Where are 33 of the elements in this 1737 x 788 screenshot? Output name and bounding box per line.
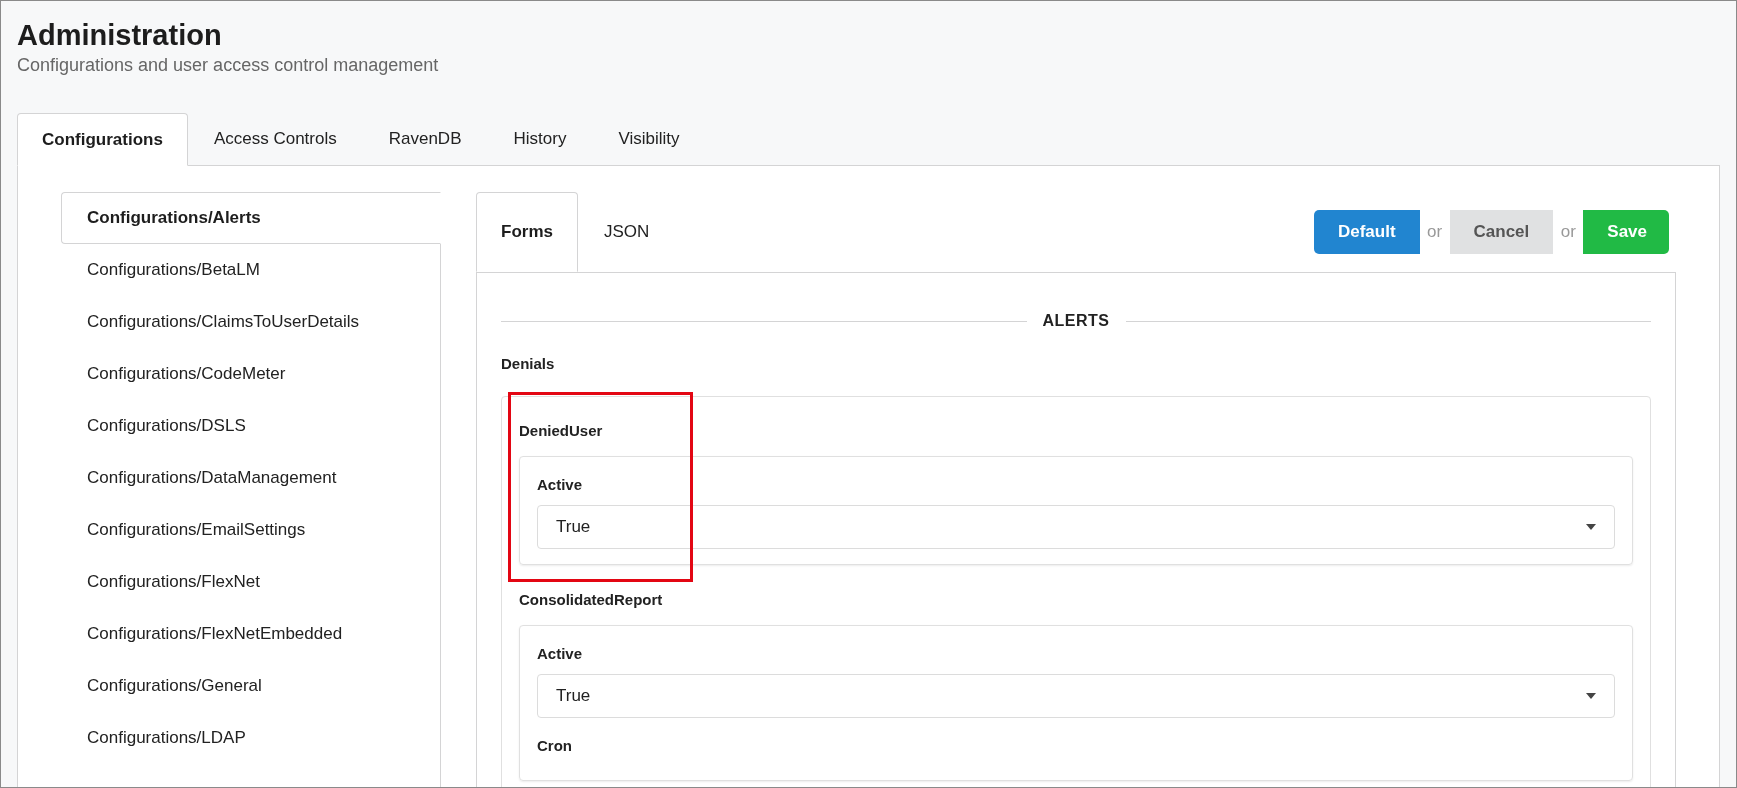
page-title: Administration [17, 18, 223, 53]
sidebar-item[interactable]: Configurations/FlexNet [61, 556, 440, 608]
field-label: Cron [537, 735, 573, 756]
sidebar-item[interactable]: Configurations/CodeMeter [61, 348, 440, 400]
section-heading: ALERTS [1042, 311, 1110, 331]
field-label: Active [537, 475, 584, 495]
caret-icon [1586, 692, 1596, 699]
page-subtitle: Configurations and user access control management [17, 54, 440, 77]
sidebar-item[interactable]: Configurations/DSLS [61, 400, 440, 452]
tab[interactable]: Visibility [592, 113, 706, 165]
select-field[interactable]: True [537, 673, 1615, 718]
tab[interactable]: Configurations [17, 113, 188, 166]
sidebar-item[interactable]: Configurations/General [61, 660, 440, 712]
editor-tab[interactable]: JSON [578, 192, 676, 272]
field-label: Active [537, 644, 584, 664]
group-title: DeniedUser [519, 420, 604, 441]
section-label: Denials [501, 354, 556, 374]
sidebar-item[interactable]: Configurations/FlexNetEmbedded [61, 608, 440, 660]
editor-tab[interactable]: Forms [476, 192, 578, 272]
tab[interactable]: Access Controls [187, 113, 363, 165]
sidebar-item[interactable]: Configurations/BetaLM [61, 244, 440, 296]
tab[interactable]: History [487, 113, 593, 165]
select-field[interactable]: True [537, 504, 1615, 549]
cancel-button[interactable]: Cancel [1449, 210, 1554, 254]
sidebar-item[interactable]: Configurations/EmailSettings [61, 504, 440, 556]
sidebar-item[interactable]: Configurations/Alerts [61, 192, 441, 244]
group-title: ConsolidatedReport [519, 589, 664, 610]
caret-icon [1586, 523, 1596, 530]
sidebar-item[interactable]: Configurations/DataManagement [61, 452, 440, 504]
default-button[interactable]: Default [1313, 210, 1420, 254]
sidebar-item[interactable]: Configurations/ClaimsToUserDetails [61, 296, 440, 348]
sidebar-item[interactable]: Configurations/LDAP [61, 712, 440, 764]
tab[interactable]: RavenDB [362, 113, 488, 165]
